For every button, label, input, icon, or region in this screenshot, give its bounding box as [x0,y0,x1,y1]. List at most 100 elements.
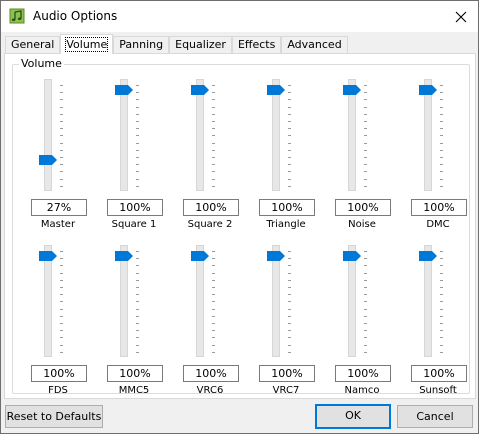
slider-thumb[interactable] [343,85,361,95]
slider-tick [440,135,443,137]
cancel-button[interactable]: Cancel [397,405,473,428]
square-1-label: Square 1 [111,219,157,230]
slider-thumb[interactable] [419,251,437,261]
slider-tick [60,92,63,94]
master-volume-slider[interactable] [39,79,65,191]
slider-tick [288,128,291,130]
sunsoft-value-field[interactable]: 100% [411,365,467,382]
slider-tick [136,113,139,115]
master-value-field[interactable]: 27% [31,199,87,216]
slider-tick [60,323,63,324]
close-button[interactable] [443,1,478,32]
slider-tick [364,323,367,324]
dmc-volume-slider[interactable] [419,79,445,191]
slider-thumb[interactable] [419,85,437,95]
slider-thumb[interactable] [267,251,285,261]
mmc5-volume-slider[interactable] [115,245,141,357]
noise-volume-slider[interactable] [343,79,369,191]
slider-tick [136,294,139,296]
slider-tick [60,157,63,158]
slider-thumb[interactable] [115,85,133,95]
slider-tick [364,258,367,260]
reset-to-defaults-button[interactable]: Reset to Defaults [5,405,103,428]
slider-tick [288,106,291,108]
mmc5-value-field[interactable]: 100% [107,365,163,382]
square-2-label: Square 2 [187,219,233,230]
slider-tick [60,272,63,274]
dmc-value-field[interactable]: 100% [411,199,467,216]
tab-advanced[interactable]: Advanced [281,36,348,53]
vrc6-value-field[interactable]: 100% [183,365,239,382]
slider-thumb[interactable] [267,85,285,95]
sunsoft-volume-slider[interactable] [419,245,445,357]
ok-button[interactable]: OK [315,404,391,429]
slider-tick [136,135,139,137]
slider-tick [364,113,367,115]
slider-thumb[interactable] [115,251,133,261]
slider-tick [60,279,63,281]
slider-track [348,79,356,191]
slider-tick [136,99,139,101]
tab-equalizer[interactable]: Equalizer [169,36,232,53]
tab-general[interactable]: General [5,36,61,53]
slider-tick [136,92,139,94]
slider-tick [212,258,215,260]
slider-thumb[interactable] [191,251,209,261]
triangle-volume-slider[interactable] [267,79,293,191]
slider-tick [364,121,367,122]
slider-track [44,79,52,191]
slider-tick [136,128,139,130]
triangle-value-field[interactable]: 100% [259,199,315,216]
volume-groupbox: Volume 27% Master 100% Square 1 100% Square 2… [12,57,470,396]
fds-volume-slider[interactable] [39,245,65,357]
tab-volume[interactable]: Volume [60,34,114,54]
slider-tick [60,351,63,353]
square-1-volume-slider[interactable] [115,79,141,191]
slider-tick [440,164,443,166]
slider-tick [212,121,215,122]
slider-tick [364,315,367,317]
slider-tick [364,344,367,346]
slider-tick [288,142,291,144]
slider-thumb[interactable] [39,155,57,166]
slider-thumb[interactable] [39,251,57,261]
master-label: Master [40,219,76,230]
slider-thumb[interactable] [343,251,361,261]
fds-value-field[interactable]: 100% [31,365,87,382]
slider-tick [60,315,63,317]
noise-value-field[interactable]: 100% [335,199,391,216]
slider-tick [364,106,367,108]
slider-tick [212,142,215,144]
slider-tick [288,135,291,137]
slider-tick [60,121,63,122]
slider-tick [440,113,443,115]
square-2-value-field[interactable]: 100% [183,199,239,216]
vrc7-volume-slider[interactable] [267,245,293,357]
slider-tick [60,258,63,260]
vrc6-volume-slider[interactable] [191,245,217,357]
tab-panning[interactable]: Panning [113,36,170,53]
vrc7-value-field[interactable]: 100% [259,365,315,382]
slider-tick [364,128,367,130]
slider-track [272,245,280,357]
slider-tick [60,265,63,267]
slider-tick [440,149,443,151]
tab-effects[interactable]: Effects [231,36,282,53]
slider-tick [440,323,443,324]
slider-tick [136,337,139,339]
namco-value-field[interactable]: 100% [335,365,391,382]
square-2-volume-slider[interactable] [191,79,217,191]
slider-tick [60,149,63,151]
slider-tick [212,171,215,173]
square-1-value-field[interactable]: 100% [107,199,163,216]
slider-thumb[interactable] [191,85,209,95]
slider-tick [288,92,291,94]
slider-tick [288,301,291,303]
slider-track [272,79,280,191]
namco-volume-slider[interactable] [343,245,369,357]
slider-tick [440,272,443,274]
slider-tick [212,149,215,151]
slider-tick [136,85,139,86]
vrc6-label: VRC6 [196,385,224,396]
slider-tick [60,301,63,303]
